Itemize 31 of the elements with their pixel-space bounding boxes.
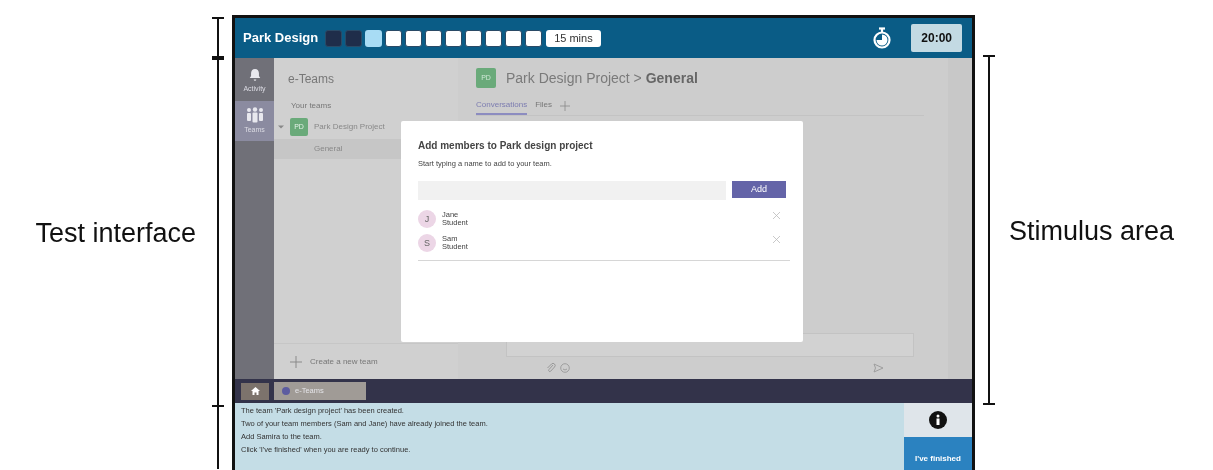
close-icon[interactable] [773, 235, 780, 243]
close-icon[interactable] [773, 211, 780, 219]
channel-tab[interactable]: Files [535, 99, 553, 115]
bell-icon [247, 67, 262, 82]
stopwatch-icon [872, 27, 893, 49]
team-name[interactable]: Park Design Project [314, 121, 385, 133]
timer-display: 20:00 [911, 24, 962, 52]
home-icon [250, 387, 260, 395]
add-tab-icon[interactable] [560, 101, 571, 111]
annotation-label: Stimulus area [1009, 214, 1175, 248]
home-button[interactable] [241, 382, 269, 400]
people-icon [244, 106, 265, 123]
send-icon[interactable] [873, 363, 884, 373]
paperclip-icon[interactable] [546, 363, 556, 373]
channel-tab[interactable]: Conversations [476, 99, 528, 115]
panel-title: e-Teams [287, 71, 335, 88]
caret-icon[interactable] [278, 124, 284, 130]
info-icon[interactable] [929, 411, 947, 429]
emoji-icon[interactable] [560, 363, 570, 373]
member-avatar: S [418, 234, 436, 253]
member-avatar: J [418, 210, 436, 229]
channel-title: Park Design Project > General [506, 68, 698, 88]
finish-button[interactable]: I've finished [904, 437, 972, 470]
section-label: Your teams [290, 100, 333, 112]
add-button[interactable]: Add [732, 181, 786, 199]
create-team-link[interactable]: Create a new team [310, 355, 378, 368]
app-icon [282, 387, 290, 395]
annotation-label: Test interface [35, 216, 196, 250]
task-title: Park Design [243, 29, 319, 48]
plus-icon[interactable] [290, 355, 302, 368]
time-limit-label: 15 mins [546, 29, 601, 47]
